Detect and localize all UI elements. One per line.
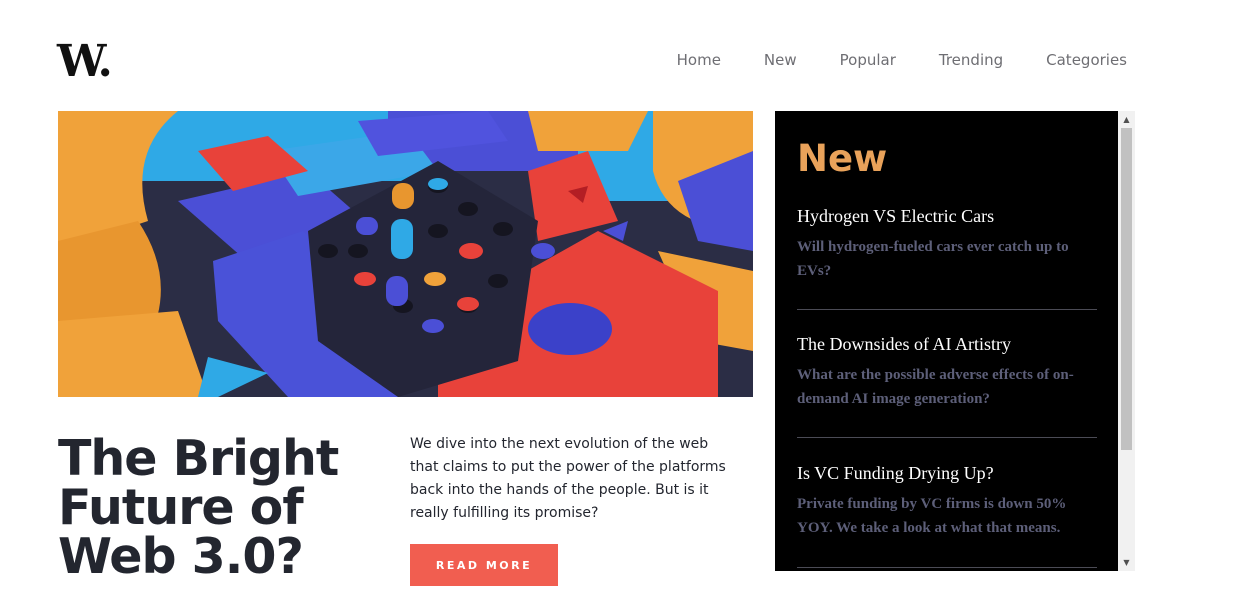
news-item-summary: Will hydrogen-fueled cars ever catch up … xyxy=(797,239,1069,279)
hero-image xyxy=(58,111,753,397)
new-articles-panel: New Hydrogen VS Electric Cars Will hydro… xyxy=(775,111,1118,571)
news-item[interactable]: Hydrogen VS Electric Cars Will hydrogen-… xyxy=(797,205,1097,283)
hero-headline: The Bright Future of Web 3.0? xyxy=(58,430,339,585)
scroll-down-arrow-icon[interactable]: ▼ xyxy=(1118,554,1135,571)
divider xyxy=(797,437,1097,438)
nav-home[interactable]: Home xyxy=(677,50,721,70)
main-nav: Home New Popular Trending Categories xyxy=(634,50,1127,70)
news-item-summary: What are the possible adverse effects of… xyxy=(797,367,1074,407)
news-item-title[interactable]: Is VC Funding Drying Up? xyxy=(797,462,1097,484)
news-item-summary: Private funding by VC firms is down 50% … xyxy=(797,496,1067,536)
news-item-title[interactable]: The Downsides of AI Artistry xyxy=(797,333,1097,355)
new-panel-title: New xyxy=(797,137,888,180)
read-more-button[interactable]: READ MORE xyxy=(410,544,558,586)
news-item[interactable]: The Downsides of AI Artistry What are th… xyxy=(797,333,1097,411)
news-item[interactable]: Is VC Funding Drying Up? Private funding… xyxy=(797,462,1097,540)
site-logo[interactable]: W. xyxy=(57,38,113,86)
news-item-title[interactable]: Hydrogen VS Electric Cars xyxy=(797,205,1097,227)
nav-categories[interactable]: Categories xyxy=(1046,50,1127,70)
nav-trending[interactable]: Trending xyxy=(939,50,1003,70)
hero-description: We dive into the next evolution of the w… xyxy=(410,436,726,521)
divider xyxy=(797,567,1097,568)
scroll-up-arrow-icon[interactable]: ▲ xyxy=(1118,111,1135,128)
nav-popular[interactable]: Popular xyxy=(840,50,896,70)
scrollbar-thumb[interactable] xyxy=(1121,128,1132,450)
panel-scrollbar[interactable]: ▲ ▼ xyxy=(1118,111,1135,571)
divider xyxy=(797,309,1097,310)
nav-new[interactable]: New xyxy=(764,50,797,70)
